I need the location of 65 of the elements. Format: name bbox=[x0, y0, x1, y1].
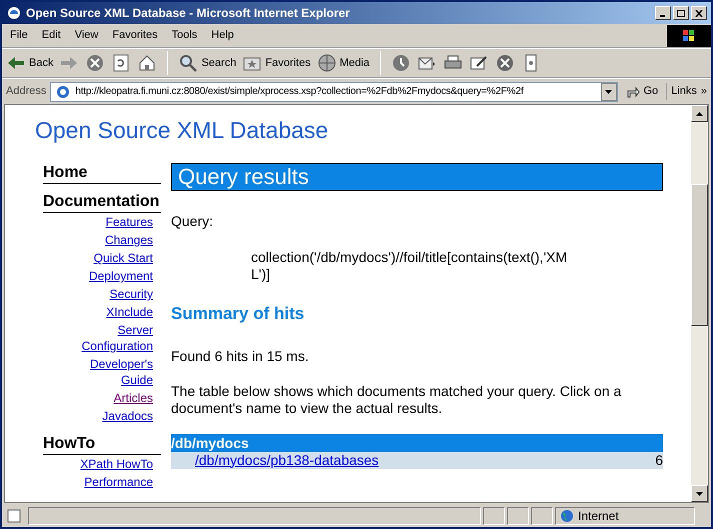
address-label: Address bbox=[6, 84, 46, 100]
globe-icon bbox=[560, 509, 574, 523]
scroll-down-icon[interactable] bbox=[696, 492, 703, 496]
status-panel bbox=[507, 507, 529, 525]
hits-summary: Found 6 hits in 15 ms. bbox=[171, 346, 310, 366]
collection-header: /db/mydocs bbox=[171, 434, 663, 452]
close-icon bbox=[695, 10, 703, 16]
search-button[interactable]: Search bbox=[178, 53, 236, 73]
sidebar-link[interactable]: Deployment bbox=[88, 268, 153, 284]
back-button[interactable]: Back bbox=[6, 53, 54, 73]
refresh-icon[interactable] bbox=[111, 53, 132, 73]
zone-label: Internet bbox=[578, 508, 619, 525]
window-title: Open Source XML Database - Microsoft Internet Explorer bbox=[26, 5, 351, 22]
scroll-thumb[interactable] bbox=[691, 184, 708, 326]
menu-item[interactable]: Favorites bbox=[106, 27, 164, 44]
sidebar-link[interactable]: Security bbox=[110, 286, 153, 302]
menu-item[interactable]: Tools bbox=[166, 27, 204, 44]
home-icon[interactable] bbox=[137, 53, 158, 73]
site-title: Open Source XML Database bbox=[35, 116, 330, 145]
history-icon[interactable] bbox=[390, 53, 411, 73]
sidebar-link[interactable]: Quick Start bbox=[94, 250, 153, 266]
windows-logo-icon bbox=[667, 24, 711, 46]
vertical-scrollbar[interactable] bbox=[691, 105, 708, 502]
sidebar-link[interactable]: Developer's Guide bbox=[63, 356, 153, 388]
query-label: Query: bbox=[171, 212, 214, 231]
search-icon bbox=[178, 53, 198, 73]
page-icon bbox=[55, 84, 72, 100]
sidebar-link[interactable]: XInclude bbox=[106, 304, 153, 320]
explanation-text: The table below shows which documents matched your query. Click on a document's name to view the actual results. bbox=[171, 382, 622, 416]
document-link[interactable]: /db/mydocs/pb138-databases bbox=[195, 452, 379, 468]
globe-icon bbox=[316, 53, 337, 73]
sidebar-link[interactable]: Javadocs bbox=[102, 408, 153, 424]
media-button[interactable]: Media bbox=[316, 53, 370, 73]
sidebar-link[interactable]: XPath HowTo bbox=[80, 456, 153, 472]
menu-item[interactable]: Help bbox=[205, 27, 240, 44]
sidebar-heading[interactable]: Documentation bbox=[43, 192, 161, 213]
results-heading: Query results bbox=[171, 163, 663, 191]
sidebar-heading[interactable]: Home bbox=[43, 163, 161, 184]
query-text: collection('/db/mydocs')//foil/title[contains(text(),'XML')] bbox=[251, 249, 568, 283]
sidebar-link[interactable]: Performance bbox=[84, 474, 153, 490]
close-button[interactable] bbox=[691, 6, 707, 20]
summary-heading: Summary of hits bbox=[171, 303, 306, 325]
go-arrow-icon bbox=[626, 84, 640, 98]
address-field[interactable]: http://kleopatra.fi.muni.cz:8080/exist/simple/xprocess.xsp?collection=%2Fdb%2Fmydocs&query=%2F%2f bbox=[50, 82, 618, 102]
menu-item[interactable]: Edit bbox=[36, 27, 67, 44]
go-button[interactable]: Go bbox=[622, 83, 662, 100]
maximize-icon bbox=[677, 10, 685, 16]
sidebar-link[interactable]: Features bbox=[106, 214, 153, 230]
sidebar-link[interactable]: Server Configuration bbox=[63, 322, 153, 354]
links-button[interactable]: Links » bbox=[666, 83, 707, 100]
menu-item[interactable]: File bbox=[4, 27, 34, 44]
stop-icon[interactable] bbox=[85, 53, 106, 73]
sidebar-link[interactable]: Changes bbox=[104, 232, 153, 248]
sidebar-heading[interactable]: HowTo bbox=[43, 434, 161, 455]
minimize-button[interactable] bbox=[655, 6, 671, 20]
scroll-up-icon[interactable] bbox=[696, 112, 703, 116]
favorites-button[interactable]: Favorites bbox=[242, 53, 311, 73]
page-icon bbox=[6, 508, 22, 524]
maximize-button[interactable] bbox=[673, 6, 689, 20]
browser-logo-icon bbox=[6, 5, 22, 21]
sidebar-link[interactable]: Articles bbox=[114, 390, 153, 406]
status-panel bbox=[531, 507, 553, 525]
status-panel bbox=[483, 507, 505, 525]
hit-count: 6 bbox=[655, 452, 663, 468]
menu-item[interactable]: View bbox=[68, 27, 104, 44]
